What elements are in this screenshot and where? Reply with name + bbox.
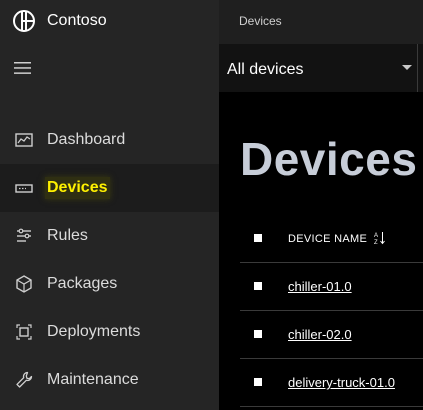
device-name-link[interactable]: chiller-01.0 <box>288 279 352 295</box>
package-icon <box>16 275 32 293</box>
maintenance-icon <box>16 371 33 388</box>
sidebar-item-packages[interactable]: Packages <box>0 260 219 308</box>
dashboard-icon <box>15 133 33 147</box>
table-header-row: DEVICE NAME A Z <box>240 214 423 263</box>
sidebar-item-devices[interactable]: Devices <box>0 164 219 212</box>
table-row[interactable]: chiller-01.0 <box>240 262 423 311</box>
deployments-icon <box>16 324 32 340</box>
svg-text:Z: Z <box>374 240 378 245</box>
breadcrumb: Devices <box>239 14 282 28</box>
sidebar-item-label: Packages <box>47 275 118 292</box>
sidebar-item-deployments[interactable]: Deployments <box>0 308 219 356</box>
sidebar-item-dashboard[interactable]: Dashboard <box>0 116 219 164</box>
device-name-link[interactable]: chiller-02.0 <box>288 327 352 343</box>
contoso-logo-icon <box>13 10 35 32</box>
svg-text:A: A <box>374 233 378 239</box>
sidebar-item-label: Dashboard <box>47 131 126 148</box>
sidebar-item-label: Devices <box>45 177 110 199</box>
sidebar-item-label: Maintenance <box>47 371 139 388</box>
sidebar-item-maintenance[interactable]: Maintenance <box>0 356 219 404</box>
table-row[interactable]: chiller-02.0 <box>240 310 423 359</box>
page-title: Devices <box>240 133 418 185</box>
sort-icon[interactable]: A Z <box>374 231 386 245</box>
device-name-link[interactable]: delivery-truck-01.0 <box>288 375 395 391</box>
app-name: Contoso <box>47 12 107 29</box>
select-all-checkbox[interactable] <box>254 234 262 242</box>
column-header-device-name[interactable]: DEVICE NAME <box>288 232 367 246</box>
chevron-down-icon <box>402 65 412 70</box>
device-group-select-value: All devices <box>227 61 304 78</box>
row-checkbox[interactable] <box>254 330 262 338</box>
top-bar: Devices <box>219 0 423 44</box>
hamburger-menu-icon[interactable] <box>14 60 31 76</box>
sidebar-item-label: Deployments <box>47 323 141 340</box>
filter-bar: All devices <box>219 44 423 92</box>
sidebar-item-label: Rules <box>47 227 88 244</box>
main-content: Devices All devices Devices DEVICE NAME … <box>219 0 423 410</box>
brand: Contoso <box>0 0 219 44</box>
device-group-select[interactable]: All devices <box>219 44 418 92</box>
device-icon <box>15 184 33 193</box>
row-checkbox[interactable] <box>254 282 262 290</box>
row-checkbox[interactable] <box>254 378 262 386</box>
sidebar: Contoso Dashboard Devices Rules Packages… <box>0 0 219 410</box>
table-row[interactable]: delivery-truck-01.0 <box>240 358 423 407</box>
sidebar-item-rules[interactable]: Rules <box>0 212 219 260</box>
rules-icon <box>17 228 31 242</box>
